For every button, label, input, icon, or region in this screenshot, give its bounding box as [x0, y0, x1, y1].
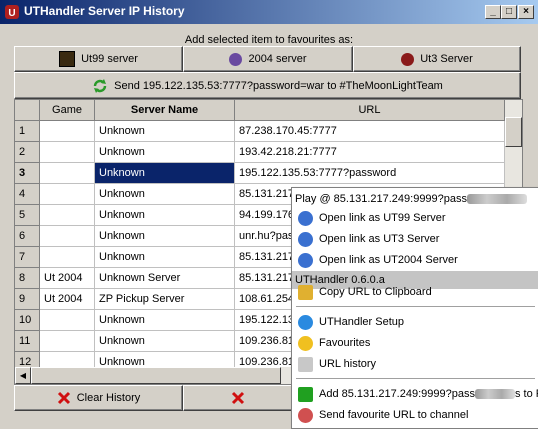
hscroll-thumb[interactable] — [31, 367, 281, 384]
favourites-label: Add selected item to favourites as: — [184, 34, 354, 46]
delete-icon — [231, 391, 245, 405]
game-cell — [40, 226, 95, 247]
scroll-thumb[interactable] — [505, 117, 522, 147]
row-number: 3 — [15, 163, 40, 184]
menu-open-ut3[interactable]: Open link as UT3 Server — [292, 229, 538, 250]
menu-setup[interactable]: UTHandler Setup — [292, 312, 538, 333]
row-number: 11 — [15, 331, 40, 352]
table-row[interactable]: 3 Unknown 195.122.135.53:7777?password — [15, 163, 505, 184]
game-cell — [40, 310, 95, 331]
add-ut99-button[interactable]: Ut99 server — [14, 46, 183, 72]
clipboard-icon — [298, 285, 313, 300]
row-number: 6 — [15, 226, 40, 247]
server-name-cell: Unknown — [95, 142, 235, 163]
table-row[interactable]: 1 Unknown 87.238.170.45:7777 — [15, 121, 505, 142]
menu-separator — [296, 378, 535, 379]
game-cell — [40, 247, 95, 268]
title-bar: U UTHandler Server IP History _ □ × — [0, 0, 538, 24]
menu-add-favourite[interactable]: Add 85.131.217.249:9999?passs to F — [292, 384, 538, 405]
row-number: 9 — [15, 289, 40, 310]
menu-favourites[interactable]: Favourites — [292, 333, 538, 354]
game-cell: Ut 2004 — [40, 289, 95, 310]
ut3-icon — [401, 52, 415, 66]
row-number: 2 — [15, 142, 40, 163]
server-name-cell: Unknown — [95, 205, 235, 226]
game-cell: Ut 2004 — [40, 268, 95, 289]
add-ut3-button[interactable]: Ut3 Server — [353, 46, 521, 72]
add-icon — [298, 387, 313, 402]
star-icon — [298, 336, 313, 351]
menu-separator — [296, 306, 535, 307]
ut2004-icon — [229, 52, 243, 66]
minimize-icon[interactable]: _ — [485, 5, 501, 19]
menu-play-item[interactable]: Play @ 85.131.217.249:9999?pass — [292, 190, 538, 208]
send-to-channel-button[interactable]: Send 195.122.135.53:7777?password=war to… — [14, 72, 521, 99]
url-cell: 193.42.218.21:7777 — [235, 142, 505, 163]
play-icon — [298, 253, 313, 268]
server-name-cell: Unknown — [95, 163, 235, 184]
scroll-left-icon[interactable]: ◀ — [15, 367, 31, 384]
redacted-blur — [467, 194, 528, 205]
play-icon — [298, 232, 313, 247]
game-cell — [40, 163, 95, 184]
menu-open-ut2004[interactable]: Open link as UT2004 Server — [292, 250, 538, 271]
server-name-cell: Unknown — [95, 184, 235, 205]
clear-history-button[interactable]: Clear History — [14, 385, 183, 411]
delete-icon — [57, 391, 70, 405]
svg-text:U: U — [8, 8, 15, 19]
game-cell — [40, 142, 95, 163]
close-icon[interactable]: × — [518, 5, 534, 19]
row-number: 8 — [15, 268, 40, 289]
server-name-cell: Unknown — [95, 226, 235, 247]
server-name-cell: Unknown — [95, 310, 235, 331]
game-column-header[interactable]: Game — [40, 100, 95, 121]
game-cell — [40, 331, 95, 352]
row-number: 7 — [15, 247, 40, 268]
window-title: UTHandler Server IP History — [24, 4, 185, 18]
url-column-header[interactable]: URL — [235, 100, 505, 121]
ut99-icon — [59, 51, 76, 67]
server-name-cell: Unknown — [95, 121, 235, 142]
server-name-cell: ZP Pickup Server — [95, 289, 235, 310]
menu-open-ut99[interactable]: Open link as UT99 Server — [292, 208, 538, 229]
add-2004-button[interactable]: 2004 server — [183, 46, 353, 72]
row-number: 4 — [15, 184, 40, 205]
row-number: 10 — [15, 310, 40, 331]
game-cell — [40, 205, 95, 226]
list-icon — [298, 357, 313, 372]
game-cell — [40, 184, 95, 205]
send-icon — [298, 408, 313, 423]
table-row[interactable]: 2 Unknown 193.42.218.21:7777 — [15, 142, 505, 163]
row-number-header — [15, 100, 40, 121]
menu-send-favourite[interactable]: Send favourite URL to channel — [292, 405, 538, 426]
server-name-column-header[interactable]: Server Name — [95, 100, 235, 121]
settings-icon — [298, 315, 313, 330]
context-menu: Play @ 85.131.217.249:9999?pass Open lin… — [291, 187, 538, 429]
row-number: 5 — [15, 205, 40, 226]
maximize-icon[interactable]: □ — [501, 5, 517, 19]
play-icon — [298, 211, 313, 226]
url-cell: 87.238.170.45:7777 — [235, 121, 505, 142]
app-icon: U — [5, 5, 19, 19]
redacted-blur — [474, 389, 515, 400]
menu-url-history[interactable]: URL history — [292, 354, 538, 375]
game-cell — [40, 121, 95, 142]
server-name-cell: Unknown — [95, 331, 235, 352]
server-name-cell: Unknown — [95, 247, 235, 268]
menu-copy-url[interactable]: Copy URL to Clipboard — [292, 282, 538, 303]
main-window: U UTHandler Server IP History _ □ × Add … — [0, 0, 538, 429]
server-name-cell: Unknown Server — [95, 268, 235, 289]
row-number: 1 — [15, 121, 40, 142]
delete-button[interactable] — [183, 385, 293, 411]
url-cell: 195.122.135.53:7777?password — [235, 163, 505, 184]
refresh-icon — [93, 78, 107, 93]
